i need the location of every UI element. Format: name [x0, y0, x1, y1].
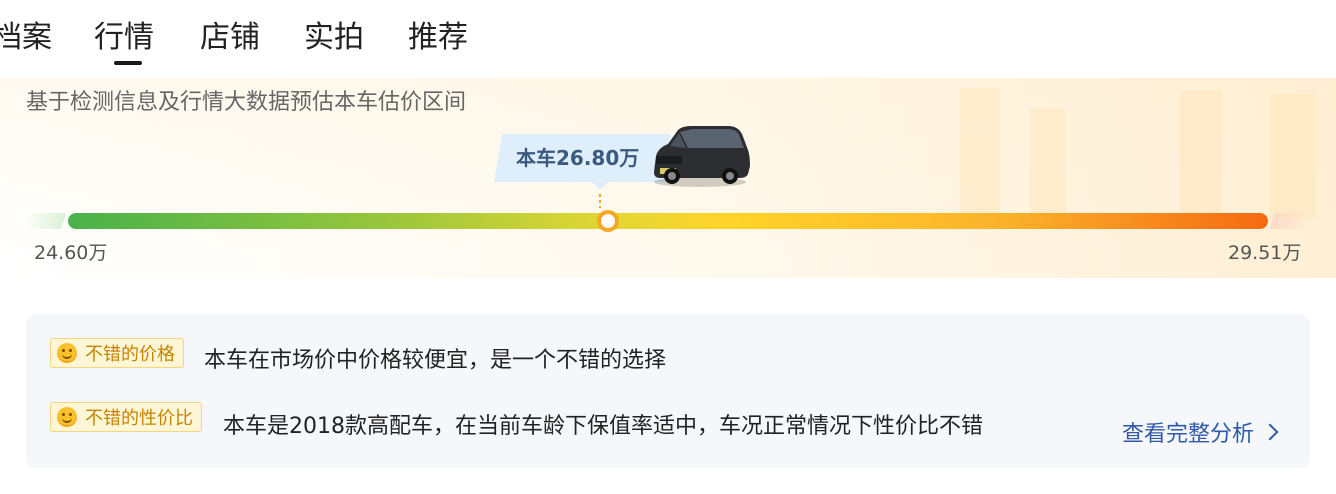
car-thumbnail [654, 126, 750, 187]
tab-archive[interactable]: 档案 [0, 18, 52, 58]
tab-photos[interactable]: 实拍 [304, 18, 364, 58]
view-full-analysis-label: 查看完整分析 [1122, 422, 1255, 447]
tab-market[interactable]: 行情 [94, 18, 154, 58]
price-tag-label: 不错的价格 [85, 344, 175, 365]
analysis-card: 不错的价格 本车在市场价中价格较便宜，是一个不错的选择 不错的性价比 本车是20… [26, 314, 1310, 468]
smile-icon [57, 343, 77, 363]
value-analysis-text: 本车是2018款高配车，在当前车龄下保值率适中，车况正常情况下性价比不错 [223, 414, 983, 439]
marker-connector [599, 194, 601, 208]
decorative-bar [1180, 90, 1222, 218]
decorative-bar [960, 88, 1000, 218]
current-price-label: 本车26.80万 [516, 146, 640, 170]
tab-bar: 档案 行情 店铺 实拍 推荐 [0, 0, 1336, 78]
price-tag: 不错的价格 [50, 338, 184, 368]
price-analysis-text: 本车在市场价中价格较便宜，是一个不错的选择 [204, 348, 667, 373]
range-min-label: 24.60万 [34, 242, 108, 264]
active-tab-indicator [114, 61, 142, 65]
bubble-pointer [592, 182, 608, 190]
view-full-analysis-link[interactable]: 查看完整分析 [1122, 416, 1279, 448]
current-price-marker [597, 210, 619, 232]
decorative-bar [1270, 94, 1316, 218]
gauge-right-cap [1270, 213, 1310, 229]
tab-store[interactable]: 店铺 [200, 18, 260, 58]
price-gauge-bar [68, 213, 1268, 229]
chevron-right-icon [1261, 423, 1279, 441]
smile-icon [57, 407, 77, 427]
range-description: 基于检测信息及行情大数据预估本车估价区间 [26, 90, 467, 115]
gauge-left-cap [26, 213, 66, 229]
decorative-bar [1030, 108, 1066, 218]
value-tag: 不错的性价比 [50, 402, 202, 432]
value-tag-label: 不错的性价比 [85, 408, 193, 429]
range-max-label: 29.51万 [1228, 242, 1302, 264]
price-range-panel: 基于检测信息及行情大数据预估本车估价区间 本车26.80万 24.60万 29.… [0, 78, 1336, 278]
tab-recommend[interactable]: 推荐 [408, 18, 468, 58]
